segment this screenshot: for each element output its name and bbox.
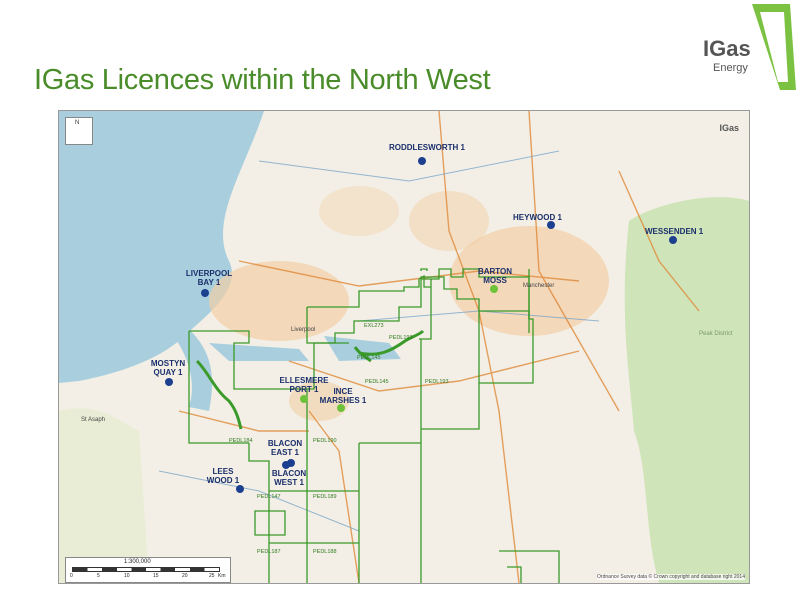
well-label-mostyn-quay: MOSTYN QUAY 1 (150, 359, 186, 377)
licence-label-pedl193: PEDL193 (425, 379, 449, 385)
licence-label-pedl147: PEDL147 (257, 494, 281, 500)
licence-label-pedl193-north: PEDL193 (389, 335, 413, 341)
licence-label-pedl190: PEDL190 (313, 438, 337, 444)
place-st-asaph: St Asaph (81, 417, 106, 423)
scale-bar-graphic (72, 567, 220, 572)
licence-map[interactable]: N IGas Liverpool Manchester St Asaph Pea… (58, 110, 750, 584)
well-marker-wessenden[interactable] (669, 236, 677, 244)
north-label: N (75, 120, 80, 126)
well-label-liverpool-bay: LIVERPOOL BAY 1 (185, 269, 233, 287)
licence-label-pedl189: PEDL189 (313, 494, 337, 500)
igas-logo: IGas Energy (700, 0, 800, 94)
place-liverpool: Liverpool (291, 327, 316, 333)
scale-bar: 1:300,000 0 5 10 15 20 25 Km (65, 557, 231, 583)
well-marker-barton-moss[interactable] (490, 285, 498, 293)
well-marker-ince-marshes[interactable] (337, 404, 345, 412)
well-marker-roddlesworth[interactable] (418, 157, 426, 165)
scale-ratio: 1:300,000 (124, 559, 151, 565)
well-marker-ellesmere-port[interactable] (300, 395, 308, 403)
scale-tick: 20 (182, 573, 188, 579)
well-label-lees-wood: LEES WOOD 1 (206, 467, 240, 485)
scale-tick: 15 (153, 573, 159, 579)
well-label-heywood: HEYWOOD 1 (513, 213, 562, 222)
north-arrow-icon: N (65, 117, 93, 145)
licence-label-pedl187: PEDL187 (257, 549, 281, 555)
scale-tick: 10 (124, 573, 130, 579)
well-marker-lees-wood[interactable] (236, 485, 244, 493)
well-label-ince-marshes: INCE MARSHES 1 (319, 387, 367, 405)
well-marker-liverpool-bay[interactable] (201, 289, 209, 297)
licence-label-pedl184: PEDL184 (229, 438, 253, 444)
page-title: IGas Licences within the North West (34, 64, 491, 96)
well-label-barton-moss: BARTON MOSS (477, 267, 513, 285)
licence-label-pedl145: PEDL145 (365, 379, 389, 385)
well-marker-blacon-west[interactable] (282, 461, 290, 469)
well-marker-mostyn-quay[interactable] (165, 378, 173, 386)
well-label-blacon-east: BLACON EAST 1 (267, 439, 303, 457)
well-label-roddlesworth: RODDLESWORTH 1 (389, 143, 465, 152)
well-label-wessenden: WESSENDEN 1 (645, 227, 704, 236)
scale-tick: 25 (209, 573, 215, 579)
licence-label-pedl145-north: PEDL145 (357, 355, 381, 361)
scale-tick: 0 (70, 573, 73, 579)
licence-label-pedl188: PEDL188 (313, 549, 337, 555)
map-background (59, 111, 749, 583)
logo-name: IGas (703, 36, 751, 61)
place-peak: Peak District (699, 331, 733, 337)
well-label-blacon-west: BLACON WEST 1 (271, 469, 307, 487)
map-logo: IGas (719, 123, 739, 133)
licence-label-exl273: EXL273 (364, 323, 384, 329)
place-manchester: Manchester (523, 283, 555, 289)
well-marker-heywood[interactable] (547, 221, 555, 229)
scale-tick: 5 (97, 573, 100, 579)
map-credit: Ordnance Survey data © Crown copyright a… (597, 574, 745, 580)
logo-tagline: Energy (713, 62, 748, 74)
scale-unit: Km (218, 573, 226, 579)
